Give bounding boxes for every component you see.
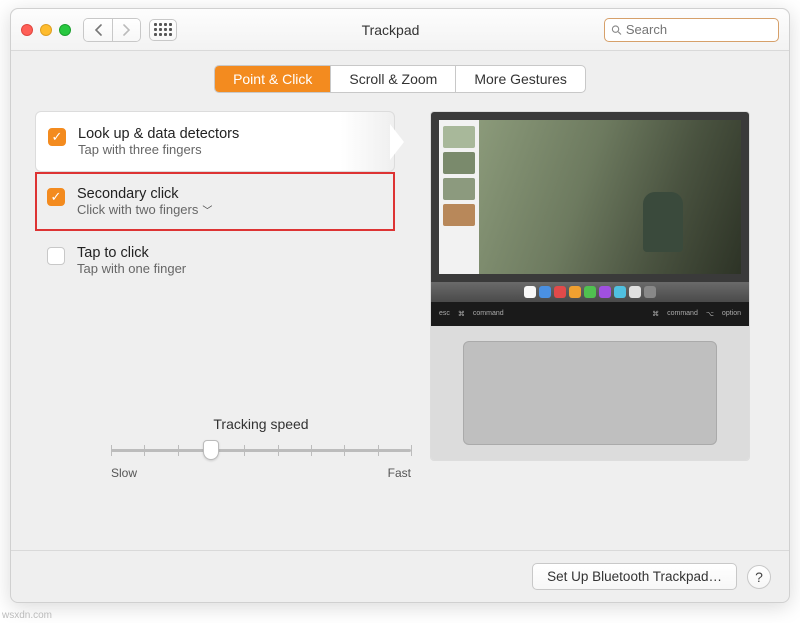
footer: Set Up Bluetooth Trackpad… ? [11,550,789,602]
tab-point-click[interactable]: Point & Click [215,66,330,92]
forward-button[interactable] [112,19,140,41]
preview-dock [431,282,749,302]
checkbox-tap-to-click[interactable] [47,247,65,265]
slider-endpoints: Slow Fast [111,466,411,480]
window-title: Trackpad [177,22,604,38]
titlebar: Trackpad [11,9,789,51]
tab-bar: Point & Click Scroll & Zoom More Gesture… [11,51,789,101]
tracking-speed-section: Tracking speed Slow Fast [111,416,411,480]
slider-tick [178,445,179,456]
preview-touchbar: esc ⌘ command ⌘ command ⌥ option [431,302,749,326]
close-window-button[interactable] [21,24,33,36]
slider-tick [144,445,145,456]
preview-photo [479,120,741,274]
option-title: Tap to click [77,245,186,261]
options-list: ✓ Look up & data detectors Tap with thre… [35,111,395,550]
slider-label: Tracking speed [111,416,411,432]
slider-tick [378,445,379,456]
preview-trackpad [431,326,749,460]
option-subtitle: Tap with one finger [77,261,186,276]
minimize-window-button[interactable] [40,24,52,36]
slider-tick [244,445,245,456]
checkbox-lookup[interactable]: ✓ [48,128,66,146]
preferences-window: Trackpad Point & Click Scroll & Zoom Mor… [10,8,790,603]
tabs: Point & Click Scroll & Zoom More Gesture… [214,65,586,93]
thumb [443,178,475,200]
dock-icon [644,286,656,298]
dock-icon [554,286,566,298]
option-lookup[interactable]: ✓ Look up & data detectors Tap with thre… [35,111,395,172]
preview-screen [431,112,749,282]
checkbox-secondary-click[interactable]: ✓ [47,188,65,206]
touchbar-key: esc [439,310,450,318]
dock-icon [614,286,626,298]
nav-buttons [83,18,141,42]
search-input[interactable] [626,22,772,37]
preview-person [643,192,683,252]
grid-icon [154,23,172,36]
dock-icon [629,286,641,298]
window-controls [21,24,71,36]
option-tap-to-click[interactable]: Tap to click Tap with one finger [35,231,395,290]
touchbar-key: option [722,310,741,318]
dock-icon [539,286,551,298]
tracking-speed-slider[interactable] [111,438,411,462]
content-area: ✓ Look up & data detectors Tap with thre… [11,101,789,550]
slider-tick [311,445,312,456]
slider-min-label: Slow [111,466,137,480]
show-all-button[interactable] [149,19,177,41]
preview-thumbnails [439,120,479,274]
help-button[interactable]: ? [747,565,771,589]
slider-tick [278,445,279,456]
option-labels: Tap to click Tap with one finger [77,245,186,276]
slider-max-label: Fast [388,466,411,480]
search-icon [611,24,622,36]
dock-icon [524,286,536,298]
thumb [443,126,475,148]
search-field[interactable] [604,18,779,42]
preview-trackpad-surface [463,341,717,446]
zoom-window-button[interactable] [59,24,71,36]
watermark: wsxdn.com [2,610,52,621]
dock-icon [584,286,596,298]
slider-track-line [111,449,411,452]
option-subtitle-dropdown[interactable]: Click with two fingers ﹀ [77,202,212,217]
slider-tick [411,445,412,456]
dock-icon [599,286,611,298]
option-secondary-click[interactable]: ✓ Secondary click Click with two fingers… [35,172,395,231]
back-button[interactable] [84,19,112,41]
preview-area: esc ⌘ command ⌘ command ⌥ option [415,111,765,550]
slider-thumb[interactable] [203,440,219,460]
macbook-preview: esc ⌘ command ⌘ command ⌥ option [430,111,750,461]
preview-app-window [439,120,741,274]
chevron-down-icon: ﹀ [202,202,212,217]
option-title: Look up & data detectors [78,126,239,142]
thumb [443,152,475,174]
setup-bluetooth-button[interactable]: Set Up Bluetooth Trackpad… [532,563,737,590]
option-labels: Look up & data detectors Tap with three … [78,126,239,157]
slider-tick [111,445,112,456]
touchbar-key: command [473,310,504,318]
option-title: Secondary click [77,186,212,202]
slider-tick [344,445,345,456]
dock-icon [569,286,581,298]
thumb [443,204,475,226]
tab-scroll-zoom[interactable]: Scroll & Zoom [330,66,455,92]
option-labels: Secondary click Click with two fingers ﹀ [77,186,212,217]
tab-more-gestures[interactable]: More Gestures [455,66,585,92]
option-subtitle: Tap with three fingers [78,142,239,157]
touchbar-key: command [667,310,698,318]
